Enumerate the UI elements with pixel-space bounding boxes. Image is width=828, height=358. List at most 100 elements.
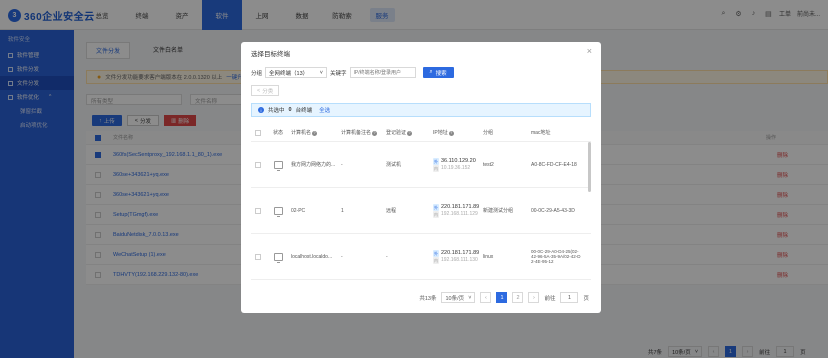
page-size-select[interactable]: 10条/页 ˅ xyxy=(441,292,476,303)
group-select[interactable]: 全网终端（13） ˅ xyxy=(265,67,328,78)
group-value: test2 xyxy=(483,161,494,168)
group-label: 分组 xyxy=(251,70,263,77)
col-ip-label: IP地址 xyxy=(433,130,448,136)
page-1-button[interactable]: 1 xyxy=(496,292,508,303)
group-button-label: 分类 xyxy=(262,88,274,95)
tag-out: 外 xyxy=(433,203,439,211)
keyword-input[interactable] xyxy=(349,67,416,78)
ip-in: 192.168.111.130 xyxy=(441,256,478,263)
keyword-label: 关键字 xyxy=(330,70,347,77)
chevron-down-icon: ˅ xyxy=(468,294,472,301)
col-group: 分组 xyxy=(483,130,494,136)
row-checkbox[interactable] xyxy=(255,161,261,168)
next-page-button[interactable]: › xyxy=(528,292,540,303)
ip-out: 220.181.171.89 xyxy=(441,249,480,256)
group-button[interactable]: < 分类 xyxy=(251,85,280,96)
tag-in: 内 xyxy=(433,164,439,172)
page-2-button[interactable]: 2 xyxy=(512,292,524,303)
modal-title: 选择目标终端 xyxy=(251,51,290,58)
page-size-value: 10条/页 xyxy=(445,295,465,302)
close-icon[interactable]: × xyxy=(587,46,592,56)
info-suffix: 台终端 xyxy=(295,108,313,114)
col-ip: IP地址? xyxy=(433,129,483,136)
info-prefix: 共选中 xyxy=(268,108,285,114)
ip-in: 10.19.36.152 xyxy=(441,164,471,171)
auth-value: 远程 xyxy=(386,208,397,214)
total-count: 共13条 xyxy=(419,295,437,302)
col-computer-note-label: 计算机备注名 xyxy=(341,130,372,136)
chevron-down-icon: ˅ xyxy=(319,69,324,76)
col-auth-label: 登记验证 xyxy=(386,130,407,136)
select-all-checkbox[interactable] xyxy=(255,129,261,136)
status-cell xyxy=(265,160,291,171)
help-icon[interactable]: ? xyxy=(407,131,413,136)
mac-value: A0-8C-FD-CF-E4-18 xyxy=(531,161,577,168)
search-button-label: 搜索 xyxy=(435,70,447,77)
terminal-table: 状态 计算机名? 计算机备注名? 登记验证? IP地址? 分组 mac地址 我方… xyxy=(251,124,591,316)
selected-count: 0 xyxy=(288,107,292,113)
goto-label: 前往 xyxy=(544,295,556,302)
row-checkbox-cell xyxy=(251,161,265,168)
row-checkbox-cell xyxy=(251,207,265,214)
share-icon: < xyxy=(257,87,261,94)
monitor-icon xyxy=(273,160,283,171)
group-value: 新建测试分组 xyxy=(483,208,514,214)
table-row[interactable]: localhost.localdo... - - 外 220.181.171.89… xyxy=(251,234,591,280)
table-row[interactable]: 我方网力网络力的... - 测试机 外 36.110.129.20 内 10.19.… xyxy=(251,142,591,188)
row-checkbox[interactable] xyxy=(255,207,261,214)
terminal-table-header: 状态 计算机名? 计算机备注名? 登记验证? IP地址? 分组 mac地址 xyxy=(251,124,591,142)
modal-pagination: 共13条 10条/页 ˅ ‹ 1 2 › 前往 1 页 xyxy=(419,292,589,303)
col-status: 状态 xyxy=(272,130,283,136)
tag-in: 内 xyxy=(433,256,439,264)
computer-name: 02-PC xyxy=(291,207,306,214)
select-target-modal: 选择目标终端 × 分组 全网终端（13） ˅ 关键字 ⌕ 搜索 < 分类 i 共… xyxy=(241,42,601,313)
search-icon: ⌕ xyxy=(429,69,433,75)
computer-note: 1 xyxy=(341,207,344,214)
modal-search-bar: 分组 全网终端（13） ˅ 关键字 ⌕ 搜索 xyxy=(251,67,454,78)
ip-in: 192.168.111.129 xyxy=(441,210,478,217)
ip-out: 220.181.171.89 xyxy=(441,203,480,210)
prev-page-button[interactable]: ‹ xyxy=(480,292,492,303)
header-checkbox-cell xyxy=(251,129,265,136)
selection-info: i 共选中 0 台终端 全选 xyxy=(251,103,591,117)
computer-note: - xyxy=(341,161,343,168)
auth-value: 测试机 xyxy=(386,162,402,168)
ip-in-line: 内 10.19.36.152 xyxy=(433,164,483,172)
help-icon[interactable]: ? xyxy=(372,131,378,136)
ip-out-line: 外 36.110.129.20 xyxy=(433,157,483,165)
info-icon: i xyxy=(258,107,264,113)
help-icon[interactable]: ? xyxy=(448,131,454,136)
tag-out: 外 xyxy=(433,157,439,165)
ip-cell: 外 220.181.171.89 内 192.168.111.130 xyxy=(433,249,483,264)
monitor-icon xyxy=(273,206,283,217)
group-value: linux xyxy=(483,253,494,260)
ip-in-line: 内 192.168.111.130 xyxy=(433,256,483,264)
col-computer-note: 计算机备注名? xyxy=(341,129,386,136)
monitor-icon xyxy=(273,252,283,263)
ip-out-line: 外 220.181.171.89 xyxy=(433,249,483,257)
computer-note: - xyxy=(341,253,343,260)
tag-out: 外 xyxy=(433,249,439,257)
auth-value: - xyxy=(386,253,388,260)
ip-out-line: 外 220.181.171.89 xyxy=(433,203,483,211)
ip-cell: 外 36.110.129.20 内 10.19.36.152 xyxy=(433,157,483,172)
col-auth: 登记验证? xyxy=(386,129,433,136)
col-computer-name: 计算机名? xyxy=(291,129,341,136)
table-row[interactable]: 02-PC 1 远程 外 220.181.171.89 内 192.168.111.… xyxy=(251,188,591,234)
row-checkbox-cell xyxy=(251,253,265,260)
page-suffix: 页 xyxy=(583,295,589,302)
search-button[interactable]: ⌕ 搜索 xyxy=(422,67,454,78)
group-select-value: 全网终端（13） xyxy=(269,70,309,77)
ip-in-line: 内 192.168.111.129 xyxy=(433,210,483,218)
table-scrollbar[interactable] xyxy=(588,142,591,192)
col-mac: mac地址 xyxy=(531,130,551,136)
goto-page-input[interactable]: 1 xyxy=(560,292,579,303)
help-icon[interactable]: ? xyxy=(312,131,318,136)
row-checkbox[interactable] xyxy=(255,253,261,260)
tag-in: 内 xyxy=(433,210,439,218)
mac-value: 00-0C-29-A5-43-3D xyxy=(531,207,575,214)
col-computer-name-label: 计算机名 xyxy=(291,130,312,136)
ip-cell: 外 220.181.171.89 内 192.168.111.129 xyxy=(433,203,483,218)
select-all-link[interactable]: 全选 xyxy=(319,106,330,114)
status-cell xyxy=(265,206,291,217)
